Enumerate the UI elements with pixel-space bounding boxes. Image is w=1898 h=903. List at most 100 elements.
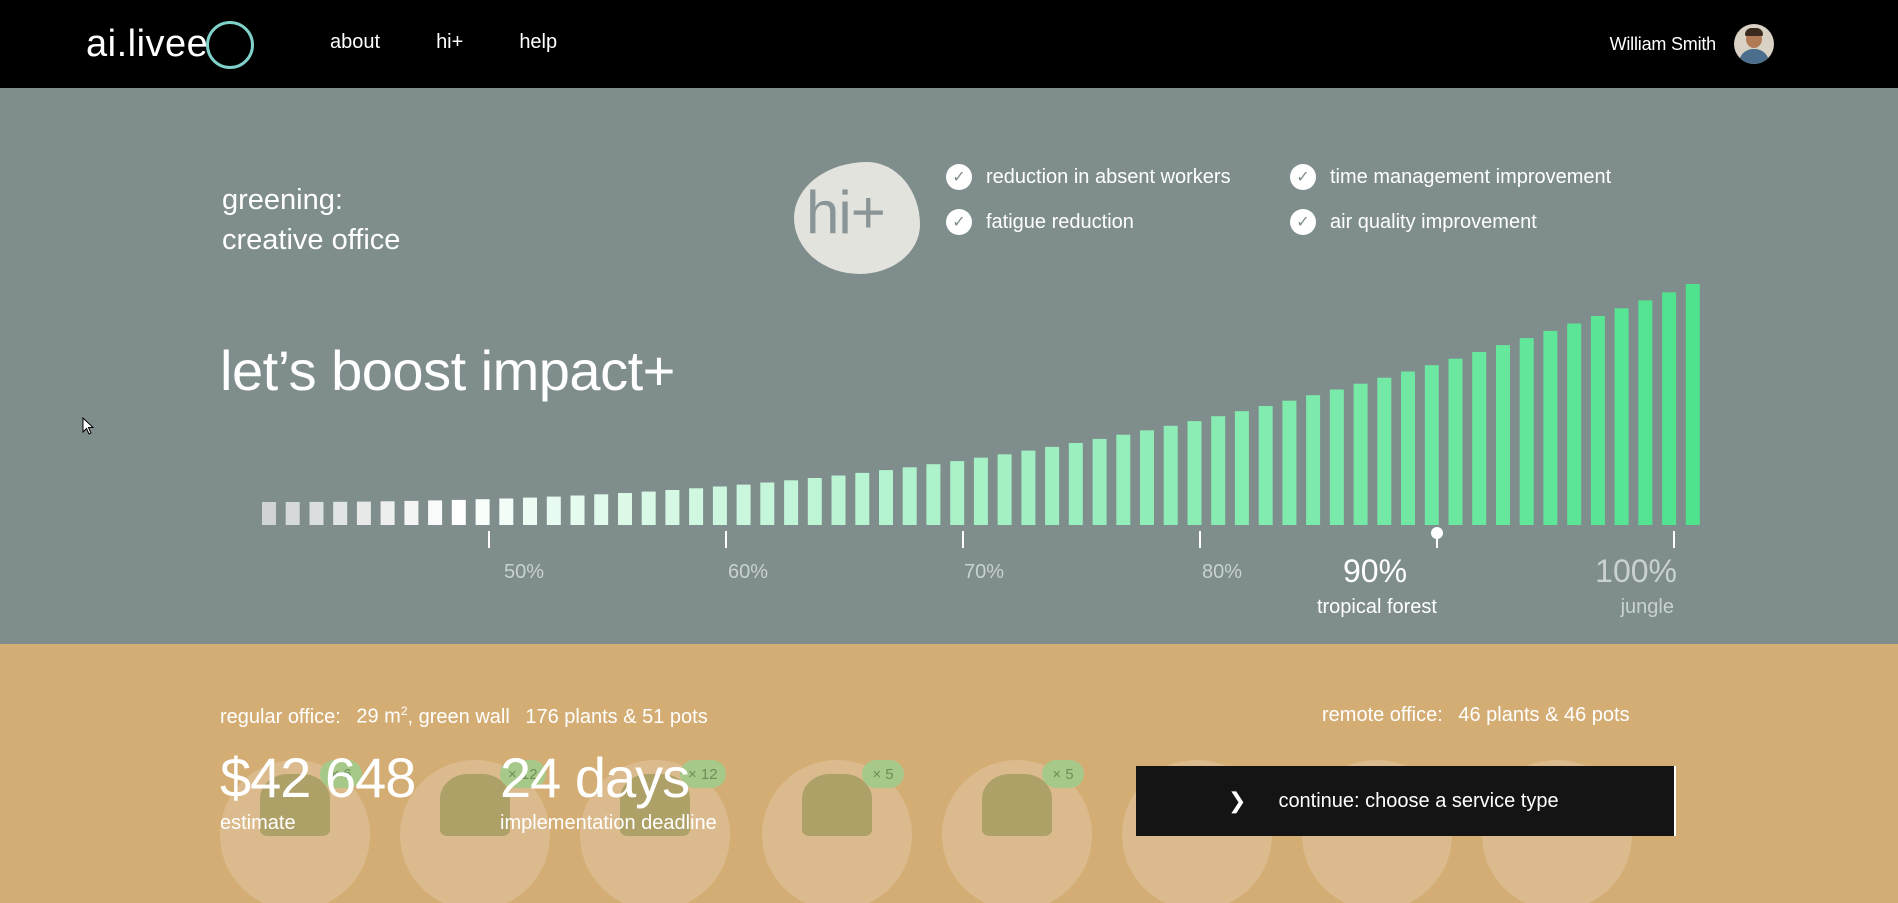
regular-office-area-sup: 2 (400, 704, 408, 718)
scale-label[interactable]: 70% (964, 561, 1004, 583)
impact-bar (641, 491, 656, 525)
continue-button-label: continue: choose a service type (1278, 789, 1559, 812)
impact-bar (333, 501, 348, 525)
check-icon: ✓ (946, 164, 972, 190)
impact-bar (594, 494, 609, 525)
impact-bar (665, 490, 680, 525)
impact-bar (902, 467, 917, 525)
impact-bar (1543, 330, 1558, 525)
deadline-value: 24 days (500, 746, 690, 809)
benefit-item: ✓ air quality improvement (1290, 209, 1666, 235)
impact-bar (1567, 323, 1582, 525)
slider-knob[interactable] (1431, 527, 1443, 539)
max-level-name: jungle (1620, 596, 1674, 618)
mouse-cursor-icon (82, 417, 95, 435)
benefit-label: fatigue reduction (986, 210, 1134, 233)
regular-office-prefix: regular office: (220, 705, 341, 728)
impact-bar (689, 488, 704, 525)
avatar-hair (1745, 28, 1763, 36)
benefits-list: ✓ reduction in absent workers ✓ time man… (946, 164, 1666, 235)
regular-office-line: regular office: 29 m2, green wall 176 pl… (220, 704, 718, 729)
impact-bar (712, 486, 727, 525)
impact-bar (1306, 395, 1321, 525)
nav-help[interactable]: help (519, 31, 557, 54)
impact-bar (1258, 406, 1273, 525)
avatar-body (1739, 49, 1769, 64)
check-icon: ✓ (1290, 164, 1316, 190)
impact-bar (1638, 300, 1653, 525)
summary-section: regular office: 29 m2, green wall 176 pl… (0, 644, 1898, 903)
impact-bar (736, 484, 751, 525)
impact-bar (499, 498, 514, 525)
scale-label[interactable]: 50% (504, 561, 544, 583)
impact-bar (1116, 434, 1131, 525)
plant-image (982, 774, 1052, 836)
remote-office-plants: 46 plants & 46 pots (1458, 704, 1630, 726)
impact-section: greening: creative office hi+ ✓ reductio… (0, 88, 1898, 644)
plant-quantity-badge: × 5 (862, 760, 904, 788)
impact-bar (309, 501, 324, 525)
impact-bar (523, 497, 537, 525)
impact-bar (1496, 345, 1510, 525)
impact-bar (950, 461, 965, 525)
remote-office-line: remote office: 46 plants & 46 pots (1322, 704, 1640, 727)
impact-bar (1211, 416, 1226, 525)
impact-bar (1685, 284, 1700, 525)
deadline-label: implementation deadline (500, 812, 717, 834)
impact-bar (807, 478, 822, 525)
regular-office-area: 29 m (356, 705, 401, 728)
impact-bar (1377, 377, 1392, 525)
nav-about[interactable]: about (330, 31, 380, 54)
impact-bar (380, 501, 395, 525)
plant-image (802, 774, 872, 836)
impact-bar (1590, 316, 1605, 525)
plant-quantity-badge: × 5 (1042, 760, 1084, 788)
impact-bar (1021, 450, 1036, 525)
selected-level-name: tropical forest (1317, 596, 1437, 618)
scale-label[interactable]: 80% (1202, 561, 1242, 583)
benefit-label: reduction in absent workers (986, 165, 1231, 188)
user-menu[interactable]: William Smith (1610, 24, 1774, 64)
impact-bar (879, 470, 893, 525)
hi-plus-badge-text: hi+ (806, 179, 886, 246)
impact-bar (1092, 438, 1107, 525)
impact-bar (1068, 443, 1083, 525)
logo[interactable]: ai.livee (86, 18, 255, 70)
scale-label[interactable]: 60% (728, 561, 768, 583)
benefit-label: air quality improvement (1330, 210, 1537, 233)
impact-bar (1045, 446, 1060, 525)
impact-bar (428, 500, 443, 525)
impact-bar (997, 454, 1012, 525)
benefit-item: ✓ fatigue reduction (946, 209, 1290, 235)
impact-bar (1448, 358, 1463, 525)
impact-bar (855, 472, 870, 525)
impact-bar (1424, 365, 1439, 525)
impact-bar (1329, 389, 1344, 525)
check-icon: ✓ (1290, 209, 1316, 235)
regular-office-area-suffix: , green wall (407, 705, 510, 728)
estimate-label: estimate (220, 812, 296, 834)
plant-card[interactable]: × 5 (762, 760, 912, 903)
remote-office-prefix: remote office: (1322, 704, 1443, 726)
impact-bar (1353, 383, 1368, 525)
deadline-stat: 24 days implementation deadline (500, 748, 717, 835)
project-title-line1: greening: (222, 184, 343, 216)
impact-bar (1472, 352, 1487, 525)
impact-bar (926, 464, 941, 525)
impact-bar (1401, 371, 1415, 525)
continue-button[interactable]: ❯ continue: choose a service type (1136, 766, 1676, 836)
impact-bar (973, 457, 988, 525)
impact-bar (451, 499, 466, 525)
impact-bar (1163, 425, 1178, 525)
nav-hi-plus[interactable]: hi+ (436, 31, 463, 54)
avatar[interactable] (1734, 24, 1774, 64)
scale-label[interactable]: 100% (1595, 553, 1677, 589)
benefit-item: ✓ time management improvement (1290, 164, 1666, 190)
plant-card[interactable]: × 5 (942, 760, 1092, 903)
estimate-stat: $42 648 estimate (220, 748, 416, 835)
top-navigation-bar: ai.livee about hi+ help William Smith (0, 0, 1898, 88)
user-name: William Smith (1609, 33, 1717, 54)
regular-office-plants: 176 plants & 51 pots (525, 705, 708, 728)
impact-bar (570, 495, 585, 525)
scale-label[interactable]: 90% (1343, 553, 1407, 589)
